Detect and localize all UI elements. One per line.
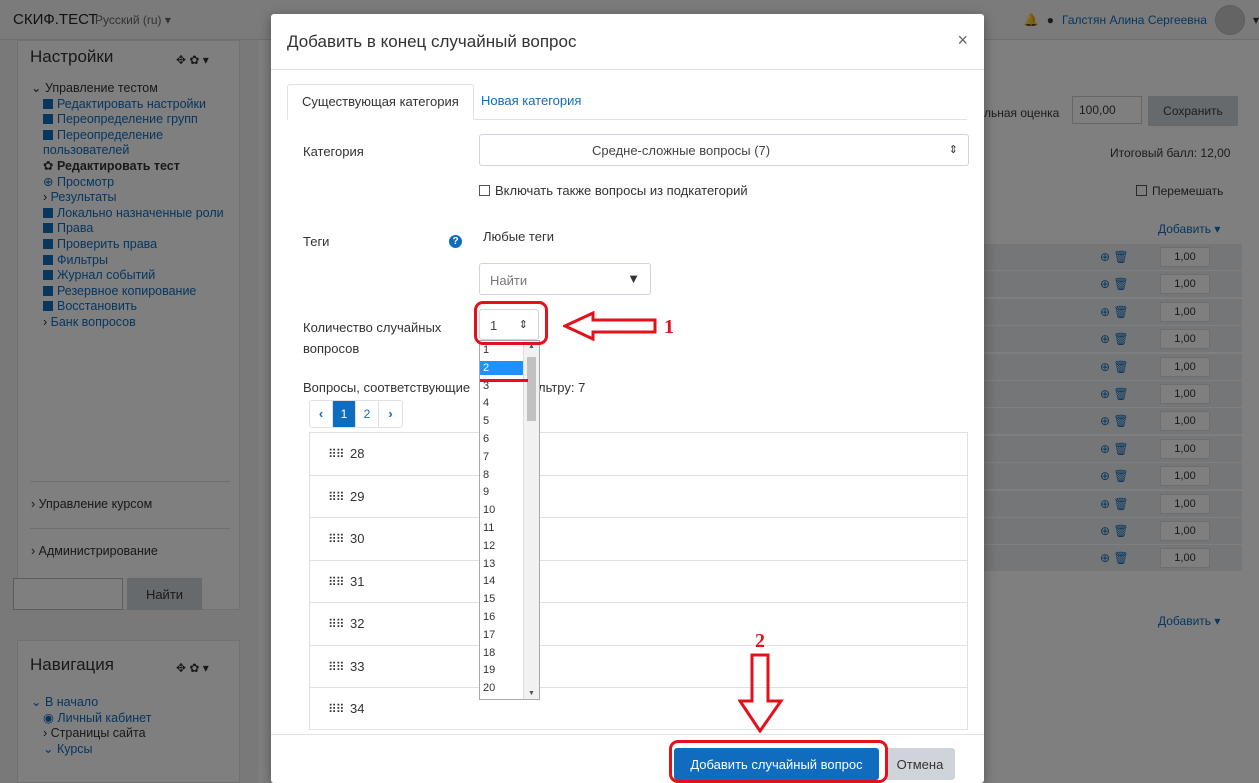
list-item[interactable]: ⠿⠿ 32 [310,603,967,646]
matching-label-left: Вопросы, соответствующие [303,380,471,395]
modal-title: Добавить в конец случайный вопрос [287,32,577,51]
annotation-underline [480,379,528,382]
cancel-button[interactable]: Отмена [885,748,955,780]
dropdown-option[interactable]: 9 [480,485,524,499]
dropdown-option[interactable]: 17 [480,628,524,642]
checkbox-icon [479,185,490,196]
tags-label: Теги [303,234,330,249]
annotation-box-submit [669,740,888,783]
dropdown-option[interactable]: 16 [480,610,524,624]
category-label: Категория [303,144,364,159]
annotation-arrow-down-icon [738,653,784,733]
dropdown-option[interactable]: 18 [480,646,524,660]
count-label-line1: Количество случайных [303,320,442,335]
tags-search-placeholder: Найти [490,273,528,288]
pager-prev[interactable]: ‹ [310,401,333,427]
category-value: Средне-сложные вопросы (7) [592,143,771,158]
drag-grip-icon: ⠿⠿ [328,574,345,589]
tab-existing-category[interactable]: Существующая категория [287,84,474,120]
tags-any: Любые теги [483,229,554,244]
annotation-label-2: 2 [755,630,765,652]
pager-next[interactable]: › [379,401,402,427]
dropdown-option[interactable]: 2 [480,360,524,375]
annotation-arrow-left-icon [563,311,657,341]
drag-grip-icon: ⠿⠿ [328,702,345,716]
scroll-thumb[interactable] [527,357,536,421]
annotation-label-1: 1 [664,316,674,338]
pagination: ‹ 1 2 › [309,400,403,428]
tab-new-category[interactable]: Новая категория [467,84,595,120]
drag-grip-icon: ⠿⠿ [328,532,345,546]
dropdown-scrollbar[interactable]: ▲ ▼ [523,341,539,699]
matching-label-right: льтру: 7 [538,380,586,395]
category-select[interactable]: Средне-сложные вопросы (7) ⇕ [479,134,969,166]
include-subcategories-checkbox[interactable]: Включать также вопросы из подкатегорий [479,183,748,198]
category-tabs: Существующая категория Новая категория [287,84,967,120]
tags-search-select[interactable]: Найти ▼ [479,263,651,295]
dropdown-option[interactable]: 15 [480,592,524,606]
close-icon[interactable]: × [957,30,968,51]
dropdown-option[interactable]: 10 [480,503,524,517]
list-item[interactable]: ⠿⠿ 31 [310,561,967,603]
annotation-box-count [474,301,548,345]
modal-header: Добавить в конец случайный вопрос × [271,14,984,70]
count-label-line2: вопросов [303,341,360,356]
dropdown-option[interactable]: 20 [480,681,524,695]
drag-grip-icon: ⠿⠿ [328,659,345,674]
dropdown-option[interactable]: 6 [480,432,524,446]
chevron-updown-icon: ⇕ [948,144,958,156]
drag-grip-icon: ⠿⠿ [328,489,345,504]
scroll-down-icon[interactable]: ▼ [528,690,535,697]
add-random-question-dialog: Добавить в конец случайный вопрос × Суще… [271,14,984,783]
dropdown-option[interactable]: 12 [480,539,524,553]
triangle-down-icon: ▼ [627,271,640,286]
drag-grip-icon: ⠿⠿ [328,447,345,461]
dropdown-option[interactable]: 13 [480,557,524,571]
dropdown-option[interactable]: 4 [480,396,524,410]
list-item[interactable]: ⠿⠿ 34 [310,688,967,731]
question-list: ⠿⠿ 28 ⠿⠿ 29 ⠿⠿ 30 ⠿⠿ 31 ⠿⠿ 32 ⠿⠿ 33 ⠿⠿ 34 [309,432,968,730]
list-item[interactable]: ⠿⠿ 30 [310,518,967,561]
dropdown-option[interactable]: 11 [480,521,524,535]
dropdown-option[interactable]: 7 [480,450,524,464]
dropdown-option[interactable]: 19 [480,663,524,677]
dropdown-option[interactable]: 5 [480,414,524,428]
help-icon[interactable]: ? [449,235,462,248]
drag-grip-icon: ⠿⠿ [328,617,345,631]
modal-footer-divider [271,734,984,735]
dropdown-option[interactable]: 14 [480,574,524,588]
random-count-dropdown[interactable]: 1 2 3 4 5 6 7 8 9 10 11 12 13 14 15 16 17 18 19 20 ▲ ▼ [479,340,540,700]
list-item[interactable]: ⠿⠿ 29 [310,476,967,518]
dropdown-option[interactable]: 1 [480,343,524,357]
pager-page-1[interactable]: 1 [333,401,356,427]
list-item[interactable]: ⠿⠿ 28 [310,433,967,476]
pager-page-2[interactable]: 2 [356,401,379,427]
list-item[interactable]: ⠿⠿ 33 [310,646,967,688]
dropdown-option[interactable]: 8 [480,468,524,482]
